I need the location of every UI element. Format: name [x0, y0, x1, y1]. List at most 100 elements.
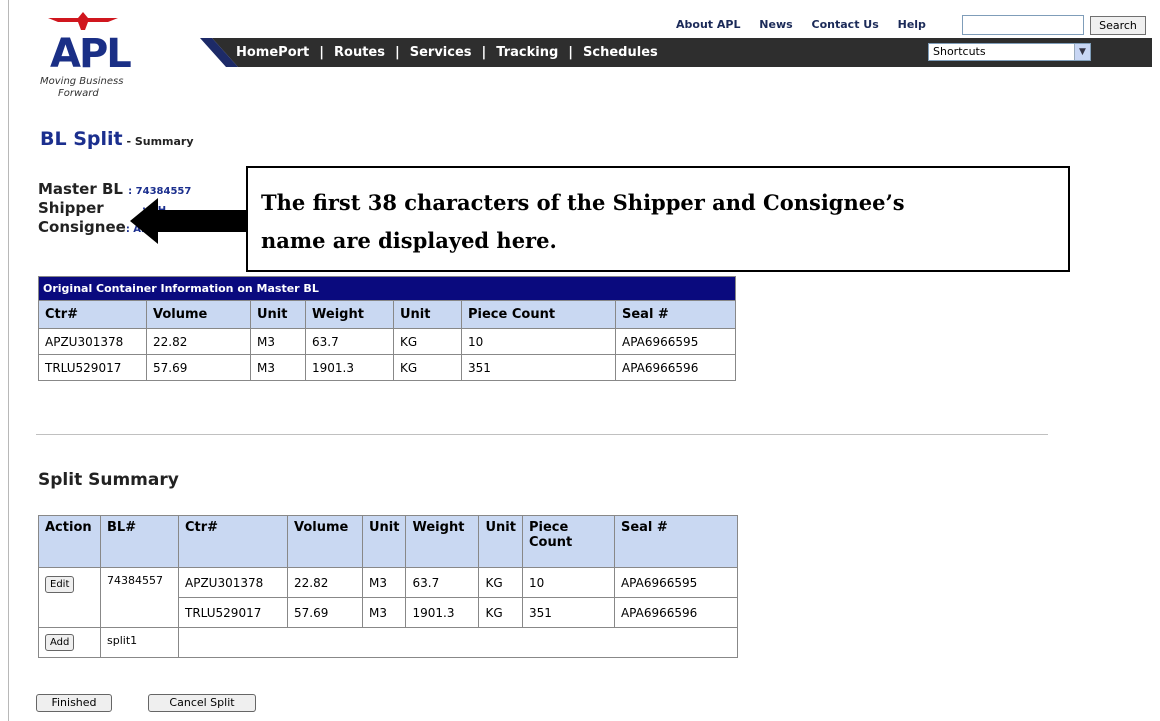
cell: KG	[478, 597, 523, 628]
main-nav: HomePort | Routes | Services | Tracking | Schedu…	[236, 45, 658, 60]
table-header-row: Ctr# Volume Unit Weight Unit Piece Count…	[38, 300, 736, 329]
col-unit: Unit	[361, 515, 407, 568]
master-bl-value: : 74384557	[128, 186, 192, 197]
nav-homeport[interactable]: HomePort	[236, 45, 309, 60]
action-cell: Edit	[38, 567, 101, 628]
consignee-label: Consignee	[38, 218, 126, 236]
cell: 10	[461, 328, 616, 355]
nav-separator: |	[568, 45, 574, 60]
col-bl: BL#	[100, 515, 179, 568]
col-seal: Seal #	[613, 515, 739, 568]
cell: 22.82	[146, 328, 251, 355]
chevron-down-icon[interactable]: ▼	[1074, 44, 1090, 60]
cell: 63.7	[405, 567, 480, 598]
cell: 57.69	[287, 597, 363, 628]
search-button[interactable]: Search	[1090, 16, 1146, 35]
table-row: TRLU529017 57.69 M3 1901.3 KG 351 APA696…	[38, 354, 736, 381]
link-help[interactable]: Help	[898, 18, 926, 31]
col-weight: Weight	[305, 300, 394, 329]
search-input[interactable]	[962, 15, 1084, 35]
logo-tagline: Moving Business Forward	[40, 76, 140, 100]
col-weight: Weight	[405, 515, 480, 568]
page-border	[8, 0, 9, 721]
callout-line-2: name are displayed here.	[261, 228, 557, 253]
shortcuts-value: Shortcuts	[933, 45, 986, 58]
nav-services[interactable]: Services	[410, 45, 472, 60]
link-about-apl[interactable]: About APL	[676, 18, 740, 31]
top-links: About APL News Contact Us Help	[676, 18, 941, 31]
edit-button[interactable]: Edit	[45, 576, 75, 593]
eagle-icon	[48, 12, 118, 30]
cell: APZU301378	[178, 567, 288, 598]
shipper-label: Shipper	[38, 199, 104, 217]
table-row: Edit 74384557 APZU301378 22.82 M3 63.7 K…	[38, 567, 739, 628]
col-action: Action	[38, 515, 101, 568]
cell: 22.82	[287, 567, 363, 598]
cell: APA6966596	[613, 597, 739, 628]
logo-text: APL	[50, 31, 132, 77]
col-seal: Seal #	[615, 300, 736, 329]
cell: KG	[393, 328, 462, 355]
cell: 351	[461, 354, 616, 381]
tagline-line-2: Forward	[58, 88, 99, 99]
cancel-split-button[interactable]: Cancel Split	[148, 694, 256, 712]
col-piece-count: Piece Count	[521, 515, 615, 568]
cell: KG	[478, 567, 523, 598]
page-title-sub: - Summary	[122, 135, 194, 148]
cell: 10	[521, 567, 615, 598]
cell: 1901.3	[305, 354, 394, 381]
link-contact-us[interactable]: Contact Us	[812, 18, 879, 31]
original-container-table: Original Container Information on Master…	[38, 276, 736, 381]
col-unit: Unit	[393, 300, 462, 329]
apl-logo[interactable]: APL Moving Business Forward	[40, 8, 150, 126]
cell: 63.7	[305, 328, 394, 355]
nav-separator: |	[481, 45, 487, 60]
page-title: BL Split - Summary	[40, 128, 194, 150]
table-header-row: Action BL# Ctr# Volume Unit Weight Unit …	[38, 515, 739, 568]
nav-schedules[interactable]: Schedules	[583, 45, 658, 60]
callout-box: The first 38 characters of the Shipper a…	[246, 166, 1070, 272]
cell: TRLU529017	[178, 597, 288, 628]
col-volume: Volume	[146, 300, 251, 329]
cell: KG	[393, 354, 462, 381]
tagline-line-1: Moving Business	[40, 76, 124, 87]
empty-cell	[178, 627, 738, 658]
cell: M3	[361, 597, 407, 628]
section-divider	[36, 434, 1048, 435]
nav-separator: |	[319, 45, 325, 60]
split-summary-title: Split Summary	[38, 470, 179, 490]
cell: 57.69	[146, 354, 251, 381]
shortcuts-select[interactable]: Shortcuts ▼	[928, 43, 1091, 61]
col-ctr: Ctr#	[178, 515, 288, 568]
table-banner: Original Container Information on Master…	[38, 276, 736, 301]
cell: APA6966596	[615, 354, 736, 381]
action-cell: Add	[38, 627, 101, 658]
finished-button[interactable]: Finished	[36, 694, 112, 712]
master-bl-label: Master BL	[38, 180, 123, 198]
nav-routes[interactable]: Routes	[334, 45, 385, 60]
col-volume: Volume	[287, 515, 363, 568]
col-unit: Unit	[478, 515, 523, 568]
cell: M3	[250, 328, 306, 355]
nav-separator: |	[394, 45, 400, 60]
nav-tracking[interactable]: Tracking	[496, 45, 558, 60]
cell: APA6966595	[613, 567, 739, 598]
callout-line-1: The first 38 characters of the Shipper a…	[261, 190, 905, 215]
cell: APA6966595	[615, 328, 736, 355]
cell: APZU301378	[38, 328, 147, 355]
link-news[interactable]: News	[759, 18, 792, 31]
bl-cell: 74384557	[100, 567, 179, 628]
cell: 351	[521, 597, 615, 628]
arrow-left-icon	[130, 198, 246, 244]
table-row: APZU301378 22.82 M3 63.7 KG 10 APA696659…	[38, 328, 736, 355]
cell: M3	[250, 354, 306, 381]
col-piece-count: Piece Count	[461, 300, 616, 329]
col-ctr: Ctr#	[38, 300, 147, 329]
split-summary-table: Action BL# Ctr# Volume Unit Weight Unit …	[38, 515, 739, 658]
cell: 1901.3	[405, 597, 480, 628]
col-unit: Unit	[250, 300, 306, 329]
table-row: Add split1	[38, 627, 738, 658]
page-title-main: BL Split	[40, 128, 123, 150]
add-button[interactable]: Add	[45, 634, 75, 651]
cell: TRLU529017	[38, 354, 147, 381]
